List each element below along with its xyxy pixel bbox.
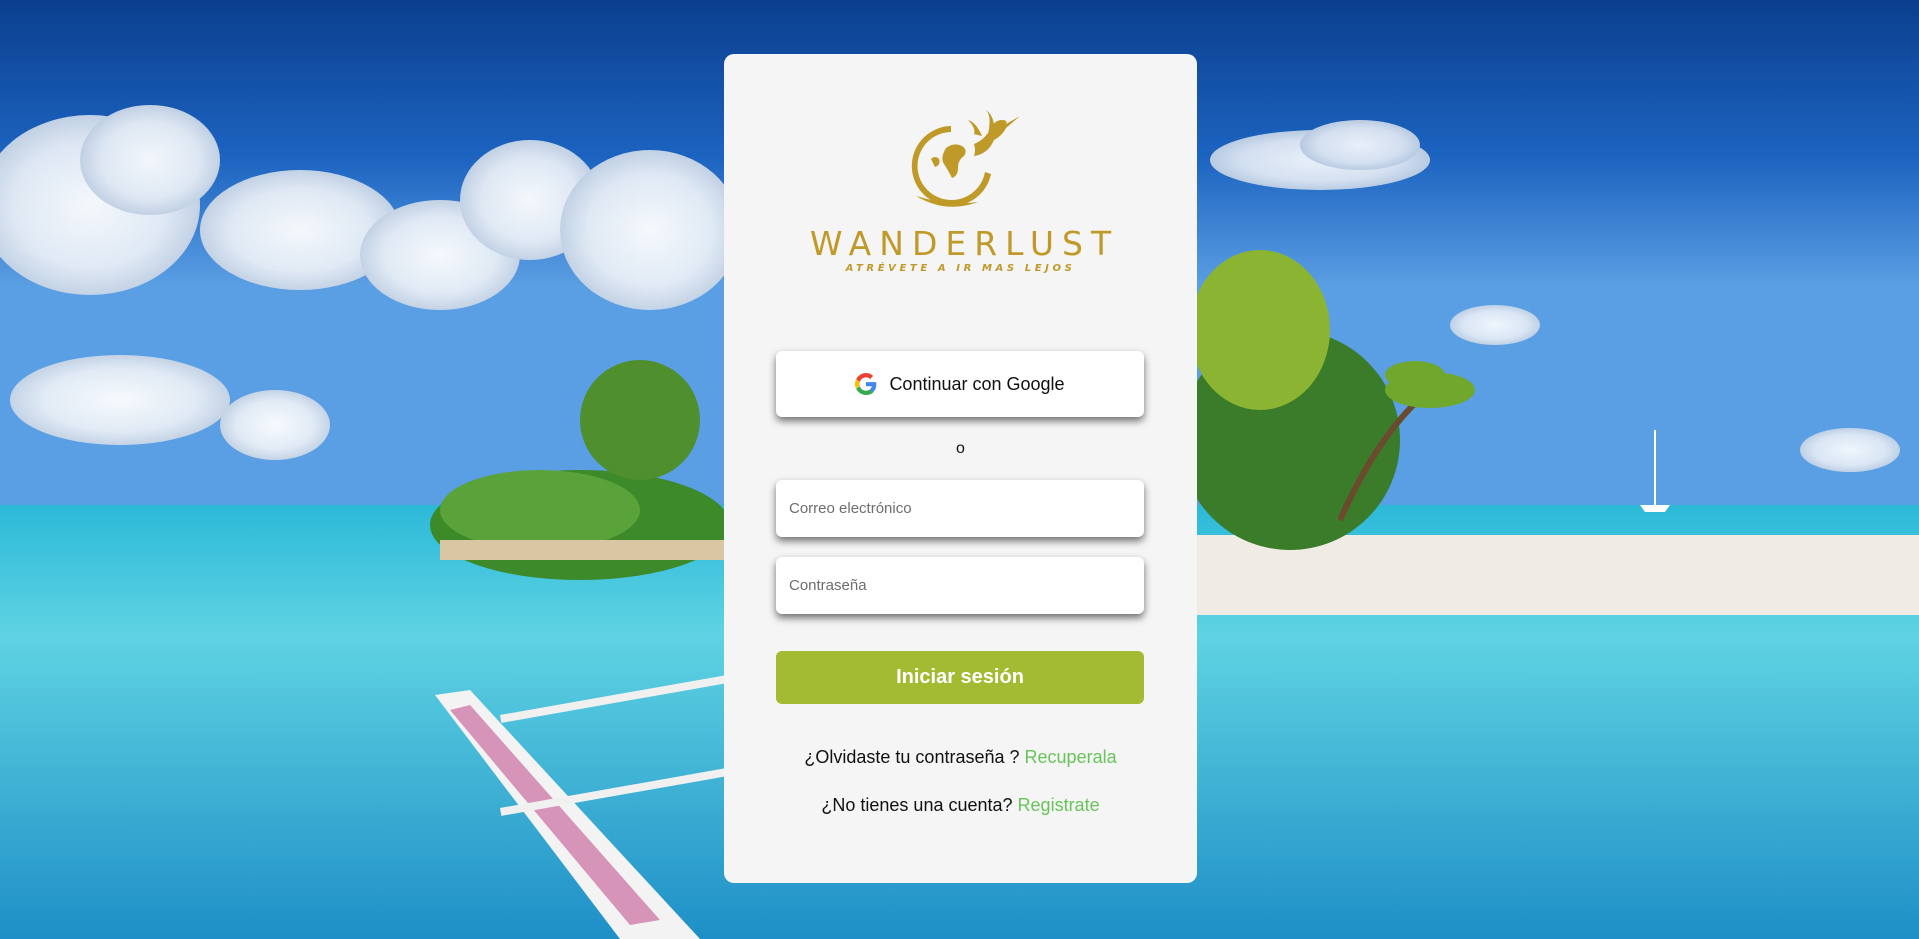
signup-text: ¿No tienes una cuenta? bbox=[821, 795, 1013, 815]
forgot-password-text: ¿Olvidaste tu contraseña ? bbox=[804, 747, 1020, 767]
or-separator: o bbox=[956, 440, 965, 457]
brand-logo bbox=[724, 104, 1197, 334]
google-icon bbox=[855, 373, 877, 395]
google-signin-label: Continuar con Google bbox=[889, 373, 1065, 394]
google-signin-button[interactable]: Continuar con Google bbox=[776, 351, 1144, 417]
recover-password-link[interactable]: Recuperala bbox=[1025, 747, 1117, 767]
login-button[interactable]: Iniciar sesión bbox=[776, 651, 1144, 704]
email-field[interactable] bbox=[776, 480, 1144, 537]
password-field[interactable] bbox=[776, 557, 1144, 614]
signup-line: ¿No tienes una cuenta? Registrate bbox=[724, 795, 1197, 816]
signup-link[interactable]: Registrate bbox=[1018, 795, 1100, 815]
forgot-password-line: ¿Olvidaste tu contraseña ? Recuperala bbox=[724, 747, 1197, 768]
login-card: WANDERLUST ATRÉVETE A IR MAS LEJOS Conti… bbox=[724, 54, 1197, 883]
globe-hummingbird-logo-icon bbox=[911, 110, 1020, 207]
brand-name: WANDERLUST bbox=[809, 224, 1120, 263]
brand-tagline: ATRÉVETE A IR MAS LEJOS bbox=[845, 263, 1076, 274]
